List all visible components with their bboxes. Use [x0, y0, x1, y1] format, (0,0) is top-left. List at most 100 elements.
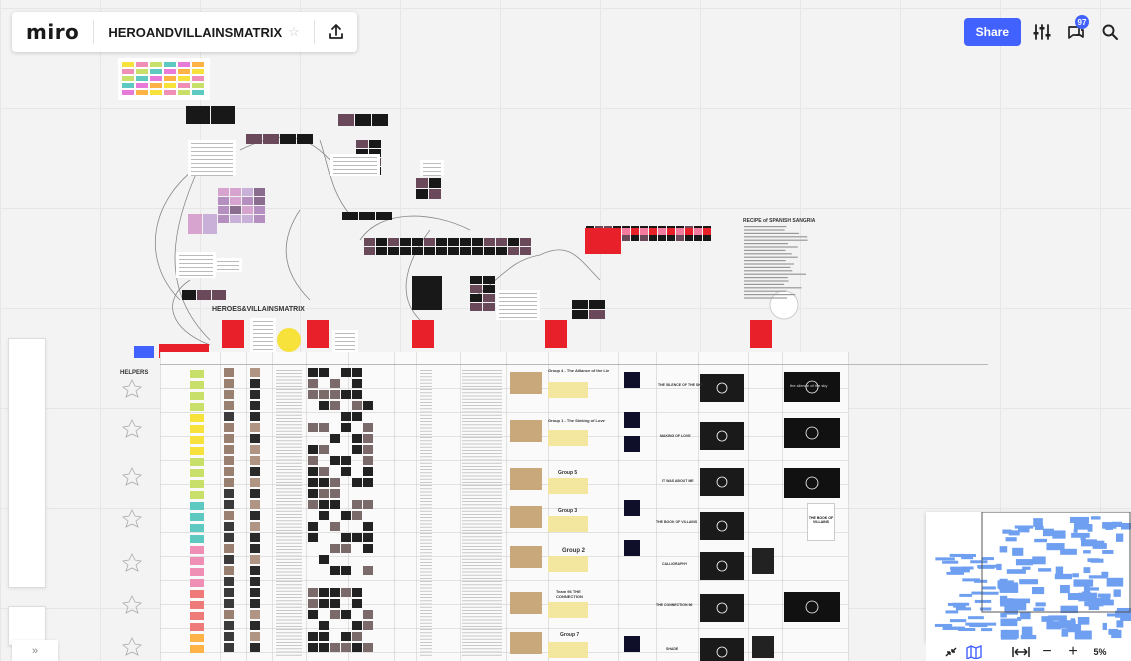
sidebar-toggle[interactable]: » [12, 640, 58, 661]
text-line [462, 517, 502, 518]
table-photo [308, 390, 318, 399]
minimap-block [945, 610, 959, 614]
text-line [462, 632, 502, 634]
text-line [420, 552, 432, 554]
text-line [462, 466, 502, 467]
minimap-block [1088, 575, 1108, 579]
table-photo [341, 588, 351, 597]
fit-button[interactable] [940, 646, 962, 658]
helpers-label: HELPERS [120, 370, 149, 376]
zoom-out-button[interactable]: − [1034, 643, 1060, 661]
text-line [462, 408, 502, 410]
text-line [462, 453, 502, 454]
text-line [276, 376, 302, 378]
text-line [420, 590, 432, 592]
text-line [462, 530, 502, 531]
table-col-line [748, 352, 749, 661]
text-line [420, 654, 432, 656]
text-line [276, 613, 302, 614]
table-photo [250, 632, 260, 641]
text-line [462, 555, 502, 557]
text-line [462, 494, 502, 496]
text-line [276, 546, 302, 547]
table-col-line [220, 352, 221, 661]
table-photo [341, 390, 351, 399]
table-photo [319, 401, 329, 410]
group-label: Group 1 - The Sinking of Love [548, 418, 605, 423]
thumbnail [448, 238, 459, 246]
thumbnail [685, 234, 693, 241]
board-title[interactable]: HEROANDVILLAINSMATRIX [94, 25, 288, 40]
video-thumb [784, 592, 840, 622]
thumbnail [388, 238, 399, 246]
minimap-block [1083, 567, 1091, 574]
group-label: Group 4 - The Alliance of the Lie [548, 368, 610, 373]
table-sticky [190, 502, 204, 510]
map-button[interactable] [962, 644, 986, 659]
video-thumb [700, 638, 744, 661]
fit-width-button[interactable] [1008, 646, 1034, 658]
table-photo [224, 489, 234, 498]
minimap-block [954, 554, 969, 558]
thumbnail [280, 134, 296, 144]
table-photo [341, 566, 351, 575]
minimap[interactable] [926, 511, 1131, 642]
thumbnail [186, 106, 210, 124]
minimap-block [1111, 629, 1122, 639]
table-photo [330, 643, 340, 652]
zoom-level[interactable]: 5% [1086, 647, 1114, 657]
text-line [276, 434, 302, 435]
text-line [462, 446, 502, 448]
video-thumb [700, 374, 744, 402]
table-row-line [160, 484, 848, 485]
thumbnail [484, 238, 495, 246]
thumbnail [218, 206, 229, 214]
share-button[interactable]: Share [963, 18, 1021, 46]
table-photo [363, 456, 373, 465]
text-line [179, 275, 213, 276]
text-line [462, 456, 502, 458]
text-line [333, 161, 377, 162]
notifications-button[interactable]: 97 [1063, 15, 1089, 46]
table-photo [224, 390, 234, 399]
settings-button[interactable] [1029, 18, 1055, 46]
miro-logo[interactable]: miro [12, 20, 93, 44]
export-button[interactable] [315, 12, 357, 52]
table-col-line [782, 352, 783, 661]
text-line [462, 507, 502, 509]
text-line [276, 402, 302, 403]
minimap-block [1073, 529, 1078, 533]
star-icon[interactable]: ☆ [288, 24, 314, 40]
table-row-line [160, 652, 848, 653]
text-line [333, 173, 377, 174]
thumbnail [203, 214, 217, 234]
text-line [462, 402, 502, 403]
table-photo [319, 555, 329, 564]
table-photo [319, 445, 329, 454]
text-line [276, 587, 302, 589]
text-line [276, 408, 302, 410]
search-button[interactable] [1097, 18, 1123, 46]
sticky-note [136, 90, 148, 95]
minimap-block [934, 623, 953, 627]
table-sticky [190, 469, 204, 477]
table-photo [352, 368, 362, 377]
fit-width-icon [1012, 646, 1030, 657]
pink-card [676, 228, 684, 235]
text-line [420, 456, 432, 458]
text-line [276, 571, 302, 573]
thumbnail [460, 238, 471, 246]
text-line [420, 453, 432, 454]
thumbnail [436, 238, 447, 246]
table-photo [224, 599, 234, 608]
text-line [253, 345, 273, 346]
table-photo [330, 456, 340, 465]
minimap-block [1000, 635, 1017, 640]
thumbnail [658, 234, 666, 241]
notifications-badge: 97 [1075, 15, 1089, 29]
text-line [462, 389, 502, 390]
table-photo [308, 478, 318, 487]
red-card [750, 320, 772, 348]
table-photo [224, 522, 234, 531]
zoom-in-button[interactable]: + [1060, 643, 1086, 661]
